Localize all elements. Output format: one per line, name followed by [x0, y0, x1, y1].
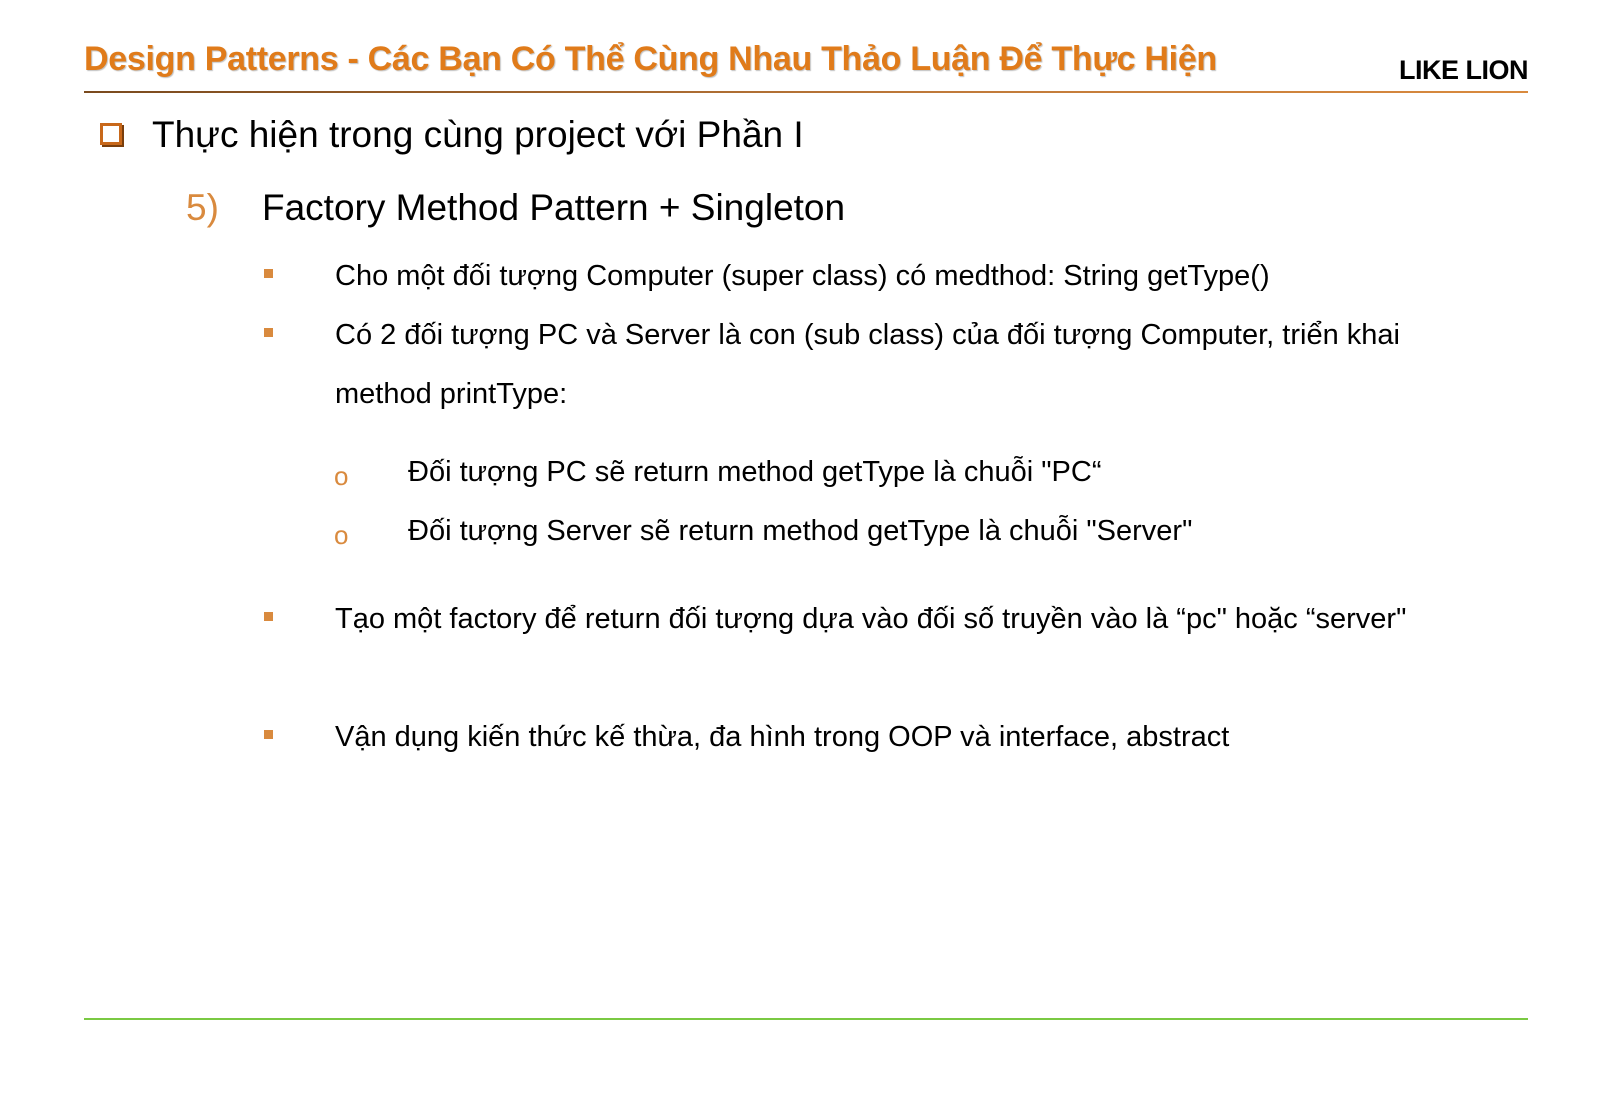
slide: Design Patterns - Các Bạn Có Thể Cùng Nh… — [0, 0, 1600, 1108]
bullet-item: Tạo một factory để return đối tượng dựa … — [335, 603, 1407, 635]
hollow-circle-icon: o — [334, 520, 349, 550]
bullet-item: Vận dụng kiến thức kế thừa, đa hình tron… — [335, 721, 1230, 753]
square-checkbox-icon — [100, 123, 122, 145]
slide-title: Design Patterns - Các Bạn Có Thể Cùng Nh… — [84, 40, 1217, 78]
section-title: Factory Method Pattern + Singleton — [262, 187, 846, 228]
level1-text: Thực hiện trong cùng project với Phần I — [152, 114, 804, 155]
small-square-icon — [264, 269, 273, 278]
small-square-icon — [264, 612, 273, 621]
small-square-icon — [264, 328, 273, 337]
sub-bullet-item: Đối tượng Server sẽ return method getTyp… — [408, 515, 1193, 547]
bullet-item: Có 2 đối tượng PC và Server là con (sub … — [335, 319, 1400, 410]
section-number: 5) — [186, 187, 219, 228]
small-square-icon — [264, 730, 273, 739]
hollow-circle-icon: o — [334, 461, 349, 491]
sub-bullet-item: Đối tượng PC sẽ return method getType là… — [408, 456, 1102, 488]
footer-divider — [84, 1018, 1528, 1020]
brand-logo: LIKE LION — [1399, 55, 1529, 85]
bullet-item: Cho một đối tượng Computer (super class)… — [335, 260, 1270, 292]
title-divider — [84, 91, 1528, 93]
